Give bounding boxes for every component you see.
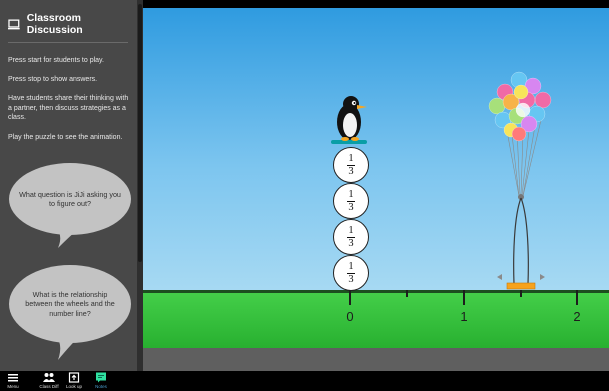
instruction-share: Have students share their thinking with … [8, 95, 129, 121]
tick-2 [576, 290, 578, 305]
wheel-denominator: 3 [348, 165, 354, 177]
fraction-wheel[interactable]: 1 3 [333, 255, 369, 291]
balloon-bunch-icon [488, 71, 552, 290]
fraction-wheel[interactable]: 1 3 [333, 219, 369, 255]
class-diff-button[interactable]: Class Diff [37, 372, 61, 391]
menu-label: Menu [7, 384, 19, 389]
wheel-numerator: 1 [348, 188, 354, 200]
lookup-icon [68, 372, 80, 383]
wheel-denominator: 3 [348, 273, 354, 285]
instruction-stop: Press stop to show answers. [8, 76, 98, 83]
classroom-discussion-panel: Classroom Discussion Press start for stu… [0, 0, 137, 371]
people-icon [43, 373, 55, 382]
jiji-penguin-icon [331, 96, 367, 144]
panel-title: Classroom Discussion [26, 12, 83, 36]
panel-scrollbar-thumb[interactable] [138, 4, 142, 262]
panel-divider [8, 42, 128, 43]
wheel-numerator: 1 [348, 152, 354, 164]
hamburger-icon [8, 374, 18, 382]
fraction-wheel[interactable]: 1 3 [333, 183, 369, 219]
number-label-2: 2 [573, 309, 581, 324]
wheel-denominator: 3 [348, 201, 354, 213]
question-bubble-1: What question is JiJi asking you to figu… [9, 163, 131, 235]
look-up-label: Look up [65, 384, 82, 389]
ground-base [143, 348, 609, 371]
game-area: 0 1 2 1 3 1 3 1 3 1 3 [143, 8, 609, 371]
instruction-start: Press start for students to play. [8, 57, 104, 64]
tick-third [406, 290, 408, 297]
notes-icon [96, 372, 106, 383]
question-bubble-2-tail [54, 334, 82, 360]
class-diff-label: Class Diff [39, 384, 59, 389]
wheel-numerator: 1 [348, 260, 354, 272]
notes-button[interactable]: Notes [89, 372, 113, 391]
number-label-1: 1 [460, 309, 468, 324]
instruction-play: Play the puzzle to see the animation. [8, 134, 123, 141]
question-bubble-1-tail [54, 226, 82, 248]
bottom-toolbar: Menu Class Diff Look up Notes [0, 371, 609, 391]
panel-header: Classroom Discussion [8, 12, 137, 36]
question-2-text: What is the relationship between the whe… [25, 289, 115, 318]
wheel-numerator: 1 [348, 224, 354, 236]
ground [143, 290, 609, 348]
look-up-button[interactable]: Look up [62, 372, 86, 391]
tick-0 [349, 290, 351, 305]
menu-button[interactable]: Menu [1, 372, 25, 391]
number-label-0: 0 [346, 309, 354, 324]
wheel-denominator: 3 [348, 237, 354, 249]
discussion-icon [8, 18, 20, 29]
question-bubble-2: What is the relationship between the whe… [9, 265, 131, 343]
tick-1 [463, 290, 465, 305]
notes-label: Notes [95, 384, 107, 389]
fraction-wheel[interactable]: 1 3 [333, 147, 369, 183]
question-1-text: What question is JiJi asking you to figu… [19, 189, 121, 209]
